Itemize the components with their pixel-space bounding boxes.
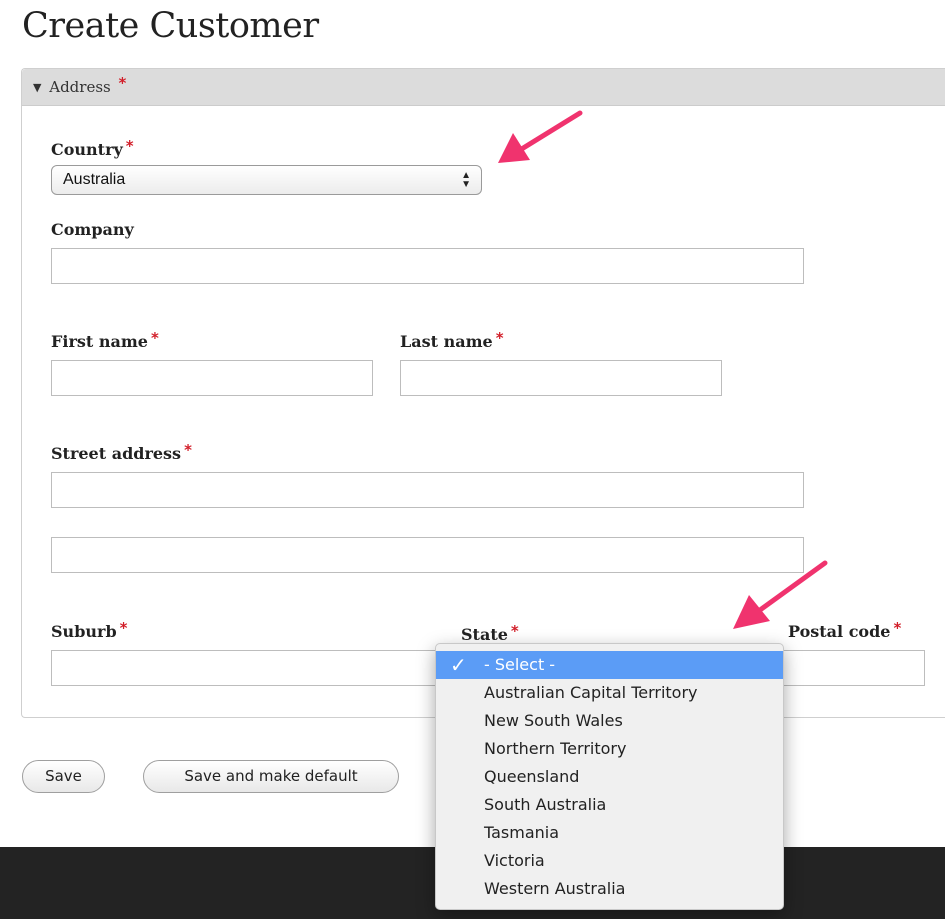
state-option[interactable]: Australian Capital Territory xyxy=(436,679,783,707)
country-label: Country * xyxy=(51,137,134,159)
company-label: Company xyxy=(51,220,134,239)
address-legend-label: Address xyxy=(49,78,111,96)
annotation-arrow-icon xyxy=(733,560,828,629)
street-address-line1-input[interactable] xyxy=(51,472,804,508)
first-name-input[interactable] xyxy=(51,360,373,396)
state-option[interactable]: South Australia xyxy=(436,791,783,819)
checkmark-icon: ✓ xyxy=(450,653,467,677)
required-marker: * xyxy=(150,329,159,347)
postal-code-input[interactable] xyxy=(778,650,925,686)
first-name-label: First name * xyxy=(51,329,159,351)
last-name-label: Last name * xyxy=(400,329,504,351)
required-marker: * xyxy=(893,619,902,637)
collapse-triangle-icon: ▼ xyxy=(33,81,42,94)
suburb-input[interactable] xyxy=(51,650,443,686)
select-arrows-icon: ▲ ▼ xyxy=(461,170,471,190)
required-marker: * xyxy=(495,329,504,347)
country-select[interactable]: Australia ▲ ▼ xyxy=(51,165,482,195)
annotation-arrow-icon xyxy=(498,110,583,163)
state-option[interactable]: Western Australia xyxy=(436,875,783,903)
state-dropdown-list[interactable]: ✓ - Select - Australian Capital Territor… xyxy=(435,643,784,910)
street-address-label: Street address * xyxy=(51,441,192,463)
required-marker: * xyxy=(119,619,128,637)
state-label: State * xyxy=(461,622,519,644)
save-and-make-default-button[interactable]: Save and make default xyxy=(143,760,399,793)
last-name-input[interactable] xyxy=(400,360,722,396)
state-option[interactable]: Queensland xyxy=(436,763,783,791)
street-address-line2-input[interactable] xyxy=(51,537,804,573)
state-option[interactable]: Victoria xyxy=(436,847,783,875)
required-marker: * xyxy=(125,137,134,155)
page-title: Create Customer xyxy=(22,6,319,46)
suburb-label: Suburb * xyxy=(51,619,128,641)
required-marker: * xyxy=(118,74,127,92)
state-option[interactable]: ✓ - Select - xyxy=(436,651,783,679)
company-input[interactable] xyxy=(51,248,804,284)
country-select-value: Australia xyxy=(63,171,126,188)
save-button[interactable]: Save xyxy=(22,760,105,793)
required-marker: * xyxy=(510,622,519,640)
state-option[interactable]: New South Wales xyxy=(436,707,783,735)
state-option[interactable]: Tasmania xyxy=(436,819,783,847)
required-marker: * xyxy=(184,441,192,459)
address-legend[interactable]: ▼ Address * xyxy=(22,69,945,106)
state-option[interactable]: Northern Territory xyxy=(436,735,783,763)
